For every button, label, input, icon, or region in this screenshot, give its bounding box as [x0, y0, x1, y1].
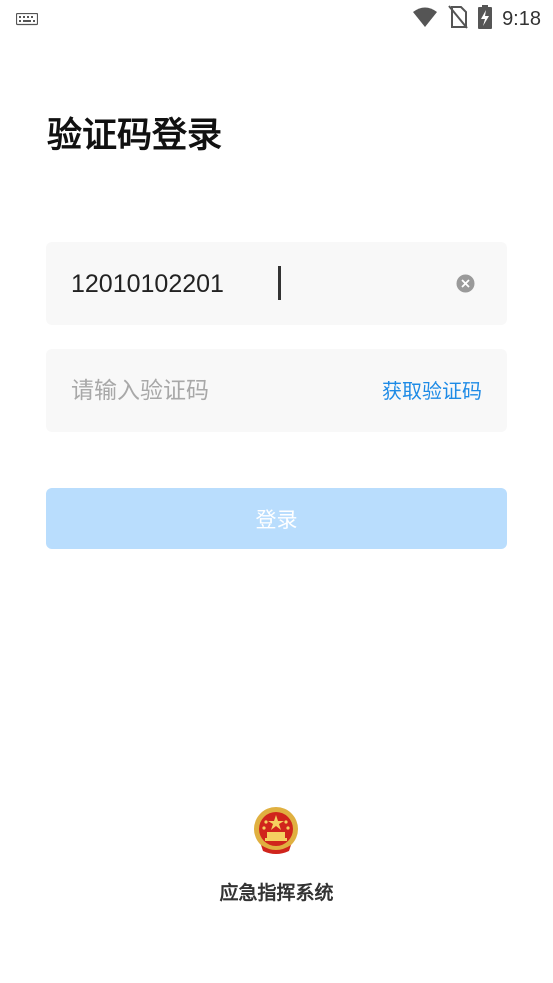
national-emblem-icon — [251, 805, 301, 857]
page-title: 验证码登录 — [47, 116, 223, 156]
login-button[interactable]: 登录 — [46, 488, 507, 549]
code-field[interactable]: 获取验证码 — [46, 349, 507, 432]
phone-field[interactable]: 12010102201 — [46, 242, 507, 325]
wifi-icon — [412, 6, 438, 32]
clear-icon[interactable] — [456, 274, 475, 293]
phone-input-value[interactable]: 12010102201 — [71, 268, 224, 300]
status-icons: 9:18 — [412, 5, 541, 33]
status-time: 9:18 — [502, 7, 541, 30]
keyboard-icon — [15, 12, 39, 31]
verification-code-input[interactable] — [71, 371, 331, 411]
battery-charging-icon — [478, 5, 493, 33]
get-code-button[interactable]: 获取验证码 — [382, 377, 482, 405]
text-caret — [278, 266, 281, 300]
no-sim-icon — [448, 5, 468, 33]
status-bar: 9:18 — [0, 0, 553, 38]
app-name: 应急指挥系统 — [219, 882, 334, 904]
